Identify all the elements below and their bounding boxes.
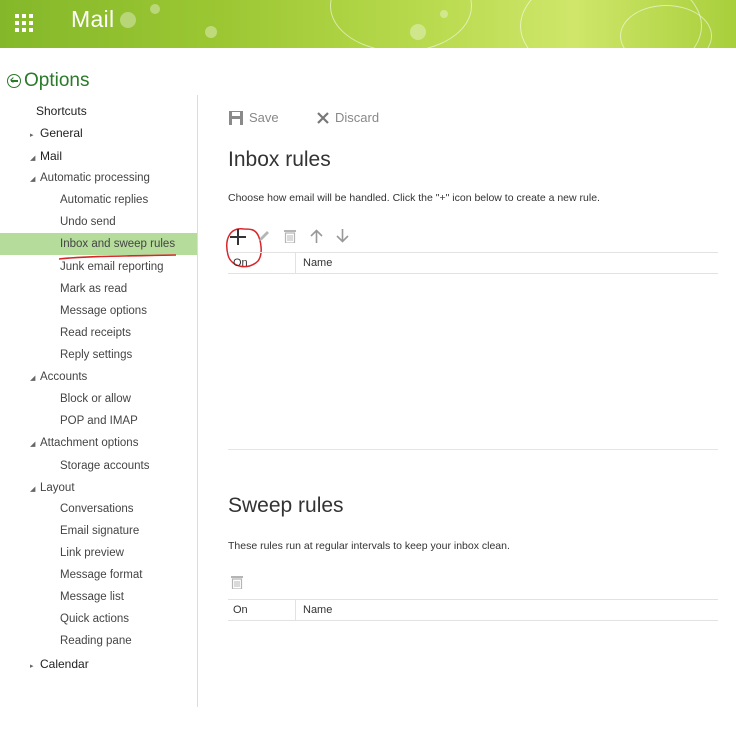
nav-item-calendar[interactable]: ▸ Calendar: [0, 653, 197, 675]
nav-item-read-receipts[interactable]: Read receipts: [0, 322, 197, 344]
header-decoration: [205, 26, 217, 38]
nav-item-label: Junk email reporting: [60, 261, 164, 273]
column-on[interactable]: On: [233, 253, 248, 273]
nav-item-label: Message options: [60, 305, 147, 317]
nav-item-label: Storage accounts: [60, 460, 150, 472]
inbox-rules-heading: Inbox rules: [228, 148, 331, 171]
inbox-rules-table-header: On Name: [228, 252, 718, 274]
app-header: Mail: [0, 0, 736, 48]
nav-item-label: Mail: [40, 149, 63, 163]
nav-item-label: Inbox and sweep rules: [60, 238, 176, 250]
nav-item-mail[interactable]: ◢ Mail: [0, 145, 197, 167]
options-back-link[interactable]: Options: [7, 70, 89, 92]
collapsed-arrow-icon[interactable]: ▸: [30, 656, 38, 678]
expanded-arrow-icon[interactable]: ◢: [30, 434, 38, 456]
edit-pencil-icon[interactable]: [257, 229, 271, 243]
nav-item-label: Shortcuts: [36, 104, 87, 118]
nav-item-label: Block or allow: [60, 393, 131, 405]
delete-trash-icon[interactable]: [284, 229, 296, 243]
inbox-rules-description: Choose how email will be handled. Click …: [228, 192, 600, 204]
nav-item-label: General: [40, 126, 83, 140]
nav-item-reply-settings[interactable]: Reply settings: [0, 344, 197, 366]
nav-item-label: Reading pane: [60, 635, 132, 647]
nav-item-pop-and-imap[interactable]: POP and IMAP: [0, 410, 197, 432]
nav-item-message-format[interactable]: Message format: [0, 564, 197, 586]
nav-item-label: Accounts: [40, 371, 88, 383]
nav-item-inbox-and-sweep-rules[interactable]: Inbox and sweep rules: [0, 233, 197, 255]
expanded-arrow-icon[interactable]: ◢: [30, 368, 38, 390]
nav-item-label: Mark as read: [60, 283, 128, 295]
close-x-icon: [317, 111, 329, 124]
nav-divider: [197, 95, 198, 707]
nav-item-conversations[interactable]: Conversations: [0, 498, 197, 520]
header-decoration: [120, 12, 136, 28]
nav-item-label: Reply settings: [60, 349, 133, 361]
nav-item-automatic-processing[interactable]: ◢ Automatic processing: [0, 167, 197, 189]
nav-item-storage-accounts[interactable]: Storage accounts: [0, 455, 197, 477]
nav-item-quick-actions[interactable]: Quick actions: [0, 608, 197, 630]
nav-item-message-list[interactable]: Message list: [0, 586, 197, 608]
nav-item-label: POP and IMAP: [60, 415, 138, 427]
column-name[interactable]: Name: [303, 600, 332, 620]
move-up-arrow-icon[interactable]: [310, 229, 323, 243]
section-divider: [228, 449, 718, 450]
discard-button[interactable]: Discard: [317, 110, 379, 125]
nav-item-undo-send[interactable]: Undo send: [0, 211, 197, 233]
nav-item-mark-as-read[interactable]: Mark as read: [0, 278, 197, 300]
nav-item-shortcuts[interactable]: Shortcuts: [0, 100, 197, 122]
save-label: Save: [249, 110, 279, 125]
save-disk-icon: [229, 110, 243, 125]
nav-item-label: Link preview: [60, 547, 124, 559]
nav-item-reading-pane[interactable]: Reading pane: [0, 630, 197, 652]
nav-item-label: Read receipts: [60, 327, 131, 339]
nav-item-block-or-allow[interactable]: Block or allow: [0, 388, 197, 410]
add-icon[interactable]: [229, 228, 247, 246]
nav-item-junk-email-reporting[interactable]: Junk email reporting: [0, 256, 197, 278]
page-title: Options: [24, 70, 90, 91]
nav-item-attachment-options[interactable]: ◢ Attachment options: [0, 432, 197, 454]
nav-item-label: Conversations: [60, 503, 134, 515]
nav-item-label: Email signature: [60, 525, 140, 537]
nav-item-layout[interactable]: ◢ Layout: [0, 477, 197, 499]
nav-item-label: Attachment options: [40, 437, 139, 449]
nav-item-automatic-replies[interactable]: Automatic replies: [0, 189, 197, 211]
nav-item-label: Quick actions: [60, 613, 130, 625]
nav-item-link-preview[interactable]: Link preview: [0, 542, 197, 564]
nav-item-label: Layout: [40, 482, 75, 494]
nav-item-label: Message format: [60, 569, 143, 581]
expanded-arrow-icon[interactable]: ◢: [30, 169, 38, 191]
column-name[interactable]: Name: [303, 253, 332, 273]
sweep-rules-heading: Sweep rules: [228, 494, 344, 517]
nav-item-label: Automatic replies: [60, 194, 149, 206]
nav-item-accounts[interactable]: ◢ Accounts: [0, 366, 197, 388]
nav-item-label: Automatic processing: [40, 172, 150, 184]
header-decoration: [330, 0, 472, 48]
header-decoration: [150, 4, 160, 14]
collapsed-arrow-icon[interactable]: ▸: [30, 125, 38, 147]
nav-item-label: Undo send: [60, 216, 116, 228]
app-title[interactable]: Mail: [71, 6, 114, 33]
nav-item-email-signature[interactable]: Email signature: [0, 520, 197, 542]
discard-label: Discard: [335, 110, 380, 125]
nav-item-general[interactable]: ▸ General: [0, 122, 197, 144]
sweep-rules-description: These rules run at regular intervals to …: [228, 540, 510, 552]
nav-item-label: Calendar: [40, 657, 89, 671]
sweep-rules-table-header: On Name: [228, 599, 718, 621]
column-on[interactable]: On: [233, 600, 248, 620]
nav-item-message-options[interactable]: Message options: [0, 300, 197, 322]
back-arrow-circle-icon: [7, 74, 21, 88]
delete-trash-icon[interactable]: [231, 575, 243, 589]
move-down-arrow-icon[interactable]: [336, 229, 349, 243]
save-button[interactable]: Save: [229, 110, 279, 125]
app-launcher-icon[interactable]: [14, 13, 34, 33]
nav-item-label: Message list: [60, 591, 124, 603]
